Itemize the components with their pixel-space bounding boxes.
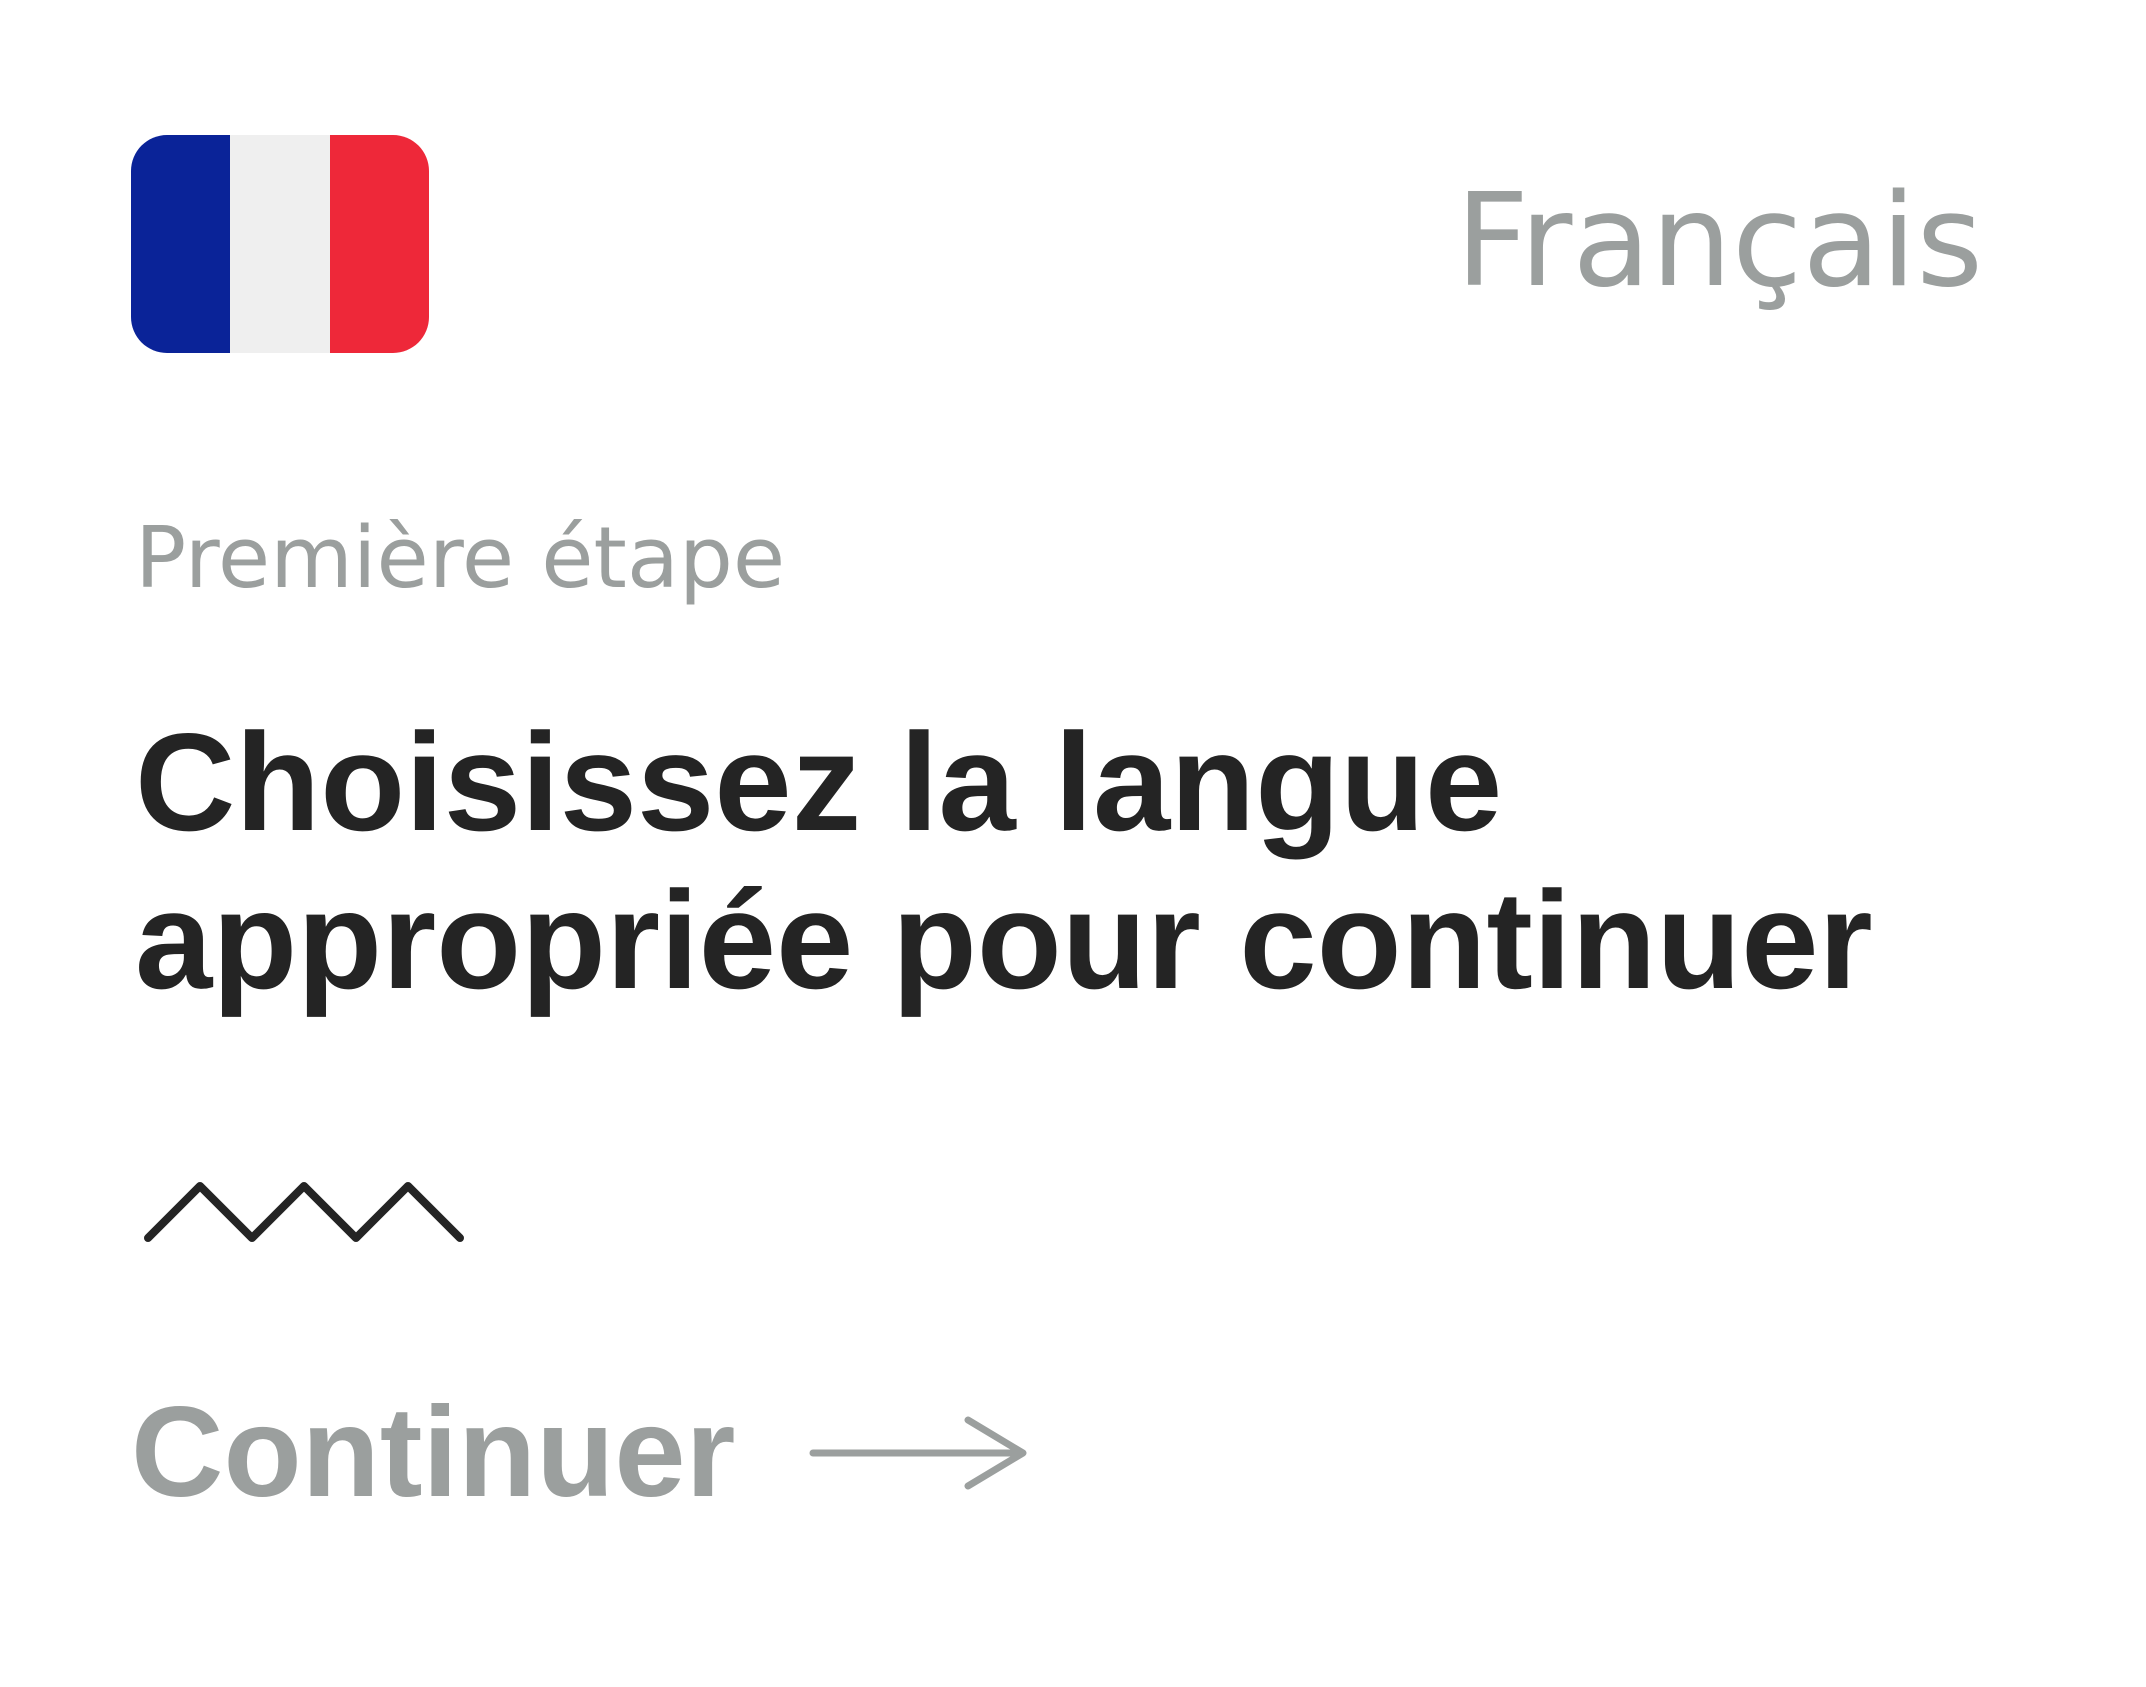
- page-title-line-1: Choisissez la langue: [135, 705, 1503, 860]
- page-title: Choisissez la langue appropriée pour con…: [135, 704, 2035, 1020]
- france-flag-icon: [131, 135, 429, 353]
- step-label: Première étape: [135, 509, 786, 608]
- zigzag-line: [144, 1182, 464, 1242]
- page-title-line-2: appropriée pour continuer: [135, 863, 1873, 1018]
- continue-button[interactable]: Continuer: [131, 1388, 1035, 1518]
- arrow-right-icon: [809, 1416, 1027, 1490]
- flag-stripe-blue: [131, 135, 231, 353]
- zigzag-icon: [144, 1182, 464, 1242]
- flag-stripe-white: [230, 135, 330, 353]
- flag-stripe-red: [329, 135, 429, 353]
- language-name: Français: [1455, 167, 1983, 316]
- continue-label: Continuer: [131, 1381, 736, 1524]
